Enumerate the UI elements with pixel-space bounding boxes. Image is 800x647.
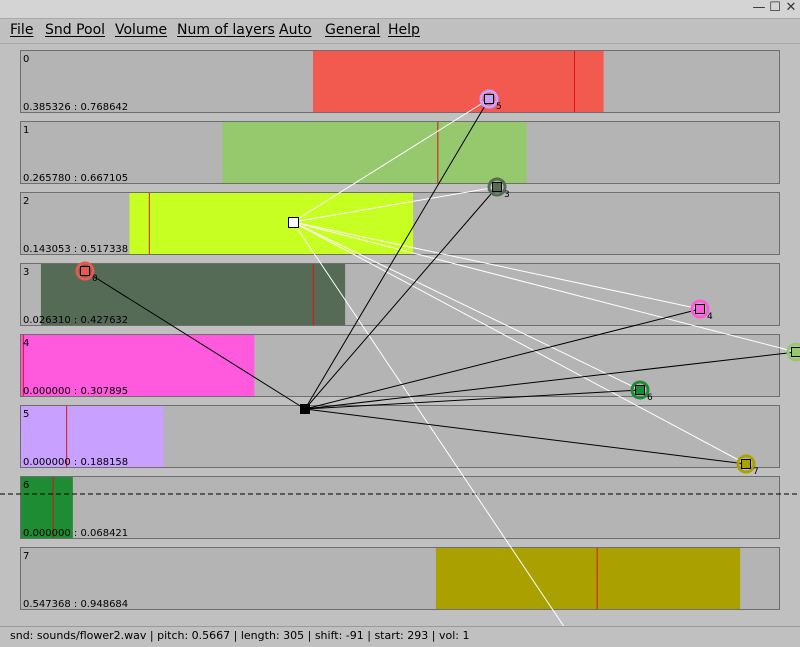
- layer-lane-1[interactable]: 1 0.265780 : 0.667105: [21, 122, 780, 185]
- sound-node-square[interactable]: [696, 305, 705, 314]
- minimize-icon[interactable]: —: [752, 1, 766, 15]
- black-hub-node[interactable]: [300, 404, 310, 414]
- layer-index-label: 4: [23, 338, 29, 349]
- menu-bar: File Snd Pool Volume Num of layers Auto …: [0, 19, 800, 44]
- sound-node-square[interactable]: [742, 460, 751, 469]
- layer-index-label: 3: [23, 267, 29, 278]
- layer-lane-3[interactable]: 3 0.026310 : 0.427632: [21, 264, 780, 327]
- menu-num-of-layers[interactable]: Num of layers: [177, 22, 275, 38]
- menu-auto[interactable]: Auto: [279, 22, 312, 38]
- sound-node-square[interactable]: [636, 386, 645, 395]
- status-bar: snd: sounds/flower2.wav | pitch: 0.5667 …: [0, 626, 800, 647]
- layer-range-label: 0.026310 : 0.427632: [23, 315, 128, 326]
- layer-range-label: 0.265780 : 0.667105: [23, 173, 128, 184]
- layer-index-label: 5: [23, 409, 29, 420]
- sound-node-square[interactable]: [485, 95, 494, 104]
- layer-range-label: 0.385326 : 0.768642: [23, 102, 128, 113]
- layer-range-label: 0.143053 : 0.517338: [23, 244, 128, 255]
- layer-region-block[interactable]: [222, 122, 526, 183]
- layer-lane-2[interactable]: 2 0.143053 : 0.517338: [21, 193, 780, 256]
- sound-node[interactable]: [788, 344, 800, 360]
- sound-node-label: 3: [504, 190, 510, 200]
- menu-file[interactable]: File: [10, 22, 33, 38]
- layer-index-label: 1: [23, 125, 29, 136]
- sound-node-label: 6: [647, 393, 653, 403]
- layer-canvas[interactable]: 0 0.385326 : 0.768642 1 0.265780 : 0.667105…: [0, 44, 800, 626]
- layer-index-label: 2: [23, 196, 29, 207]
- menu-volume[interactable]: Volume: [115, 22, 167, 38]
- layer-index-label: 0: [23, 54, 29, 65]
- layer-range-label: 0.547368 : 0.948684: [23, 599, 128, 610]
- sound-node-label: 0: [92, 274, 98, 284]
- layer-range-label: 0.000000 : 0.307895: [23, 386, 128, 397]
- layer-range-label: 0.000000 : 0.068421: [23, 528, 128, 539]
- status-text: snd: sounds/flower2.wav | pitch: 0.5667 …: [10, 629, 469, 642]
- sound-node-square[interactable]: [81, 267, 90, 276]
- menu-help[interactable]: Help: [388, 22, 420, 38]
- sound-node-label: 4: [707, 312, 713, 322]
- layer-region-block[interactable]: [436, 548, 740, 609]
- close-icon[interactable]: ✕: [784, 1, 798, 15]
- layer-lane-0[interactable]: 0 0.385326 : 0.768642: [21, 51, 780, 114]
- menu-general[interactable]: General: [325, 22, 380, 38]
- sound-node-label: 7: [753, 467, 759, 477]
- menu-snd-pool[interactable]: Snd Pool: [45, 22, 105, 38]
- maximize-icon[interactable]: ☐: [768, 1, 782, 15]
- layer-lane-4[interactable]: 4 0.000000 : 0.307895: [21, 335, 780, 398]
- layer-range-label: 0.000000 : 0.188158: [23, 457, 128, 468]
- layer-lane-background: [21, 477, 780, 539]
- layer-index-label: 7: [23, 551, 29, 562]
- layer-region-block[interactable]: [313, 51, 604, 112]
- layer-region-block[interactable]: [129, 193, 413, 254]
- layer-lane-7[interactable]: 7 0.547368 : 0.948684: [21, 548, 780, 611]
- sound-node-square[interactable]: [493, 183, 502, 192]
- window-titlebar: — ☐ ✕: [0, 0, 800, 19]
- layer-index-label: 6: [23, 480, 29, 491]
- layer-lane-6[interactable]: 6 0.000000 : 0.068421: [21, 477, 780, 540]
- sound-node-label: 5: [496, 102, 502, 112]
- sound-node-square[interactable]: [792, 348, 800, 357]
- white-hub-node[interactable]: [289, 218, 299, 228]
- layer-lane-5[interactable]: 5 0.000000 : 0.188158: [21, 406, 780, 469]
